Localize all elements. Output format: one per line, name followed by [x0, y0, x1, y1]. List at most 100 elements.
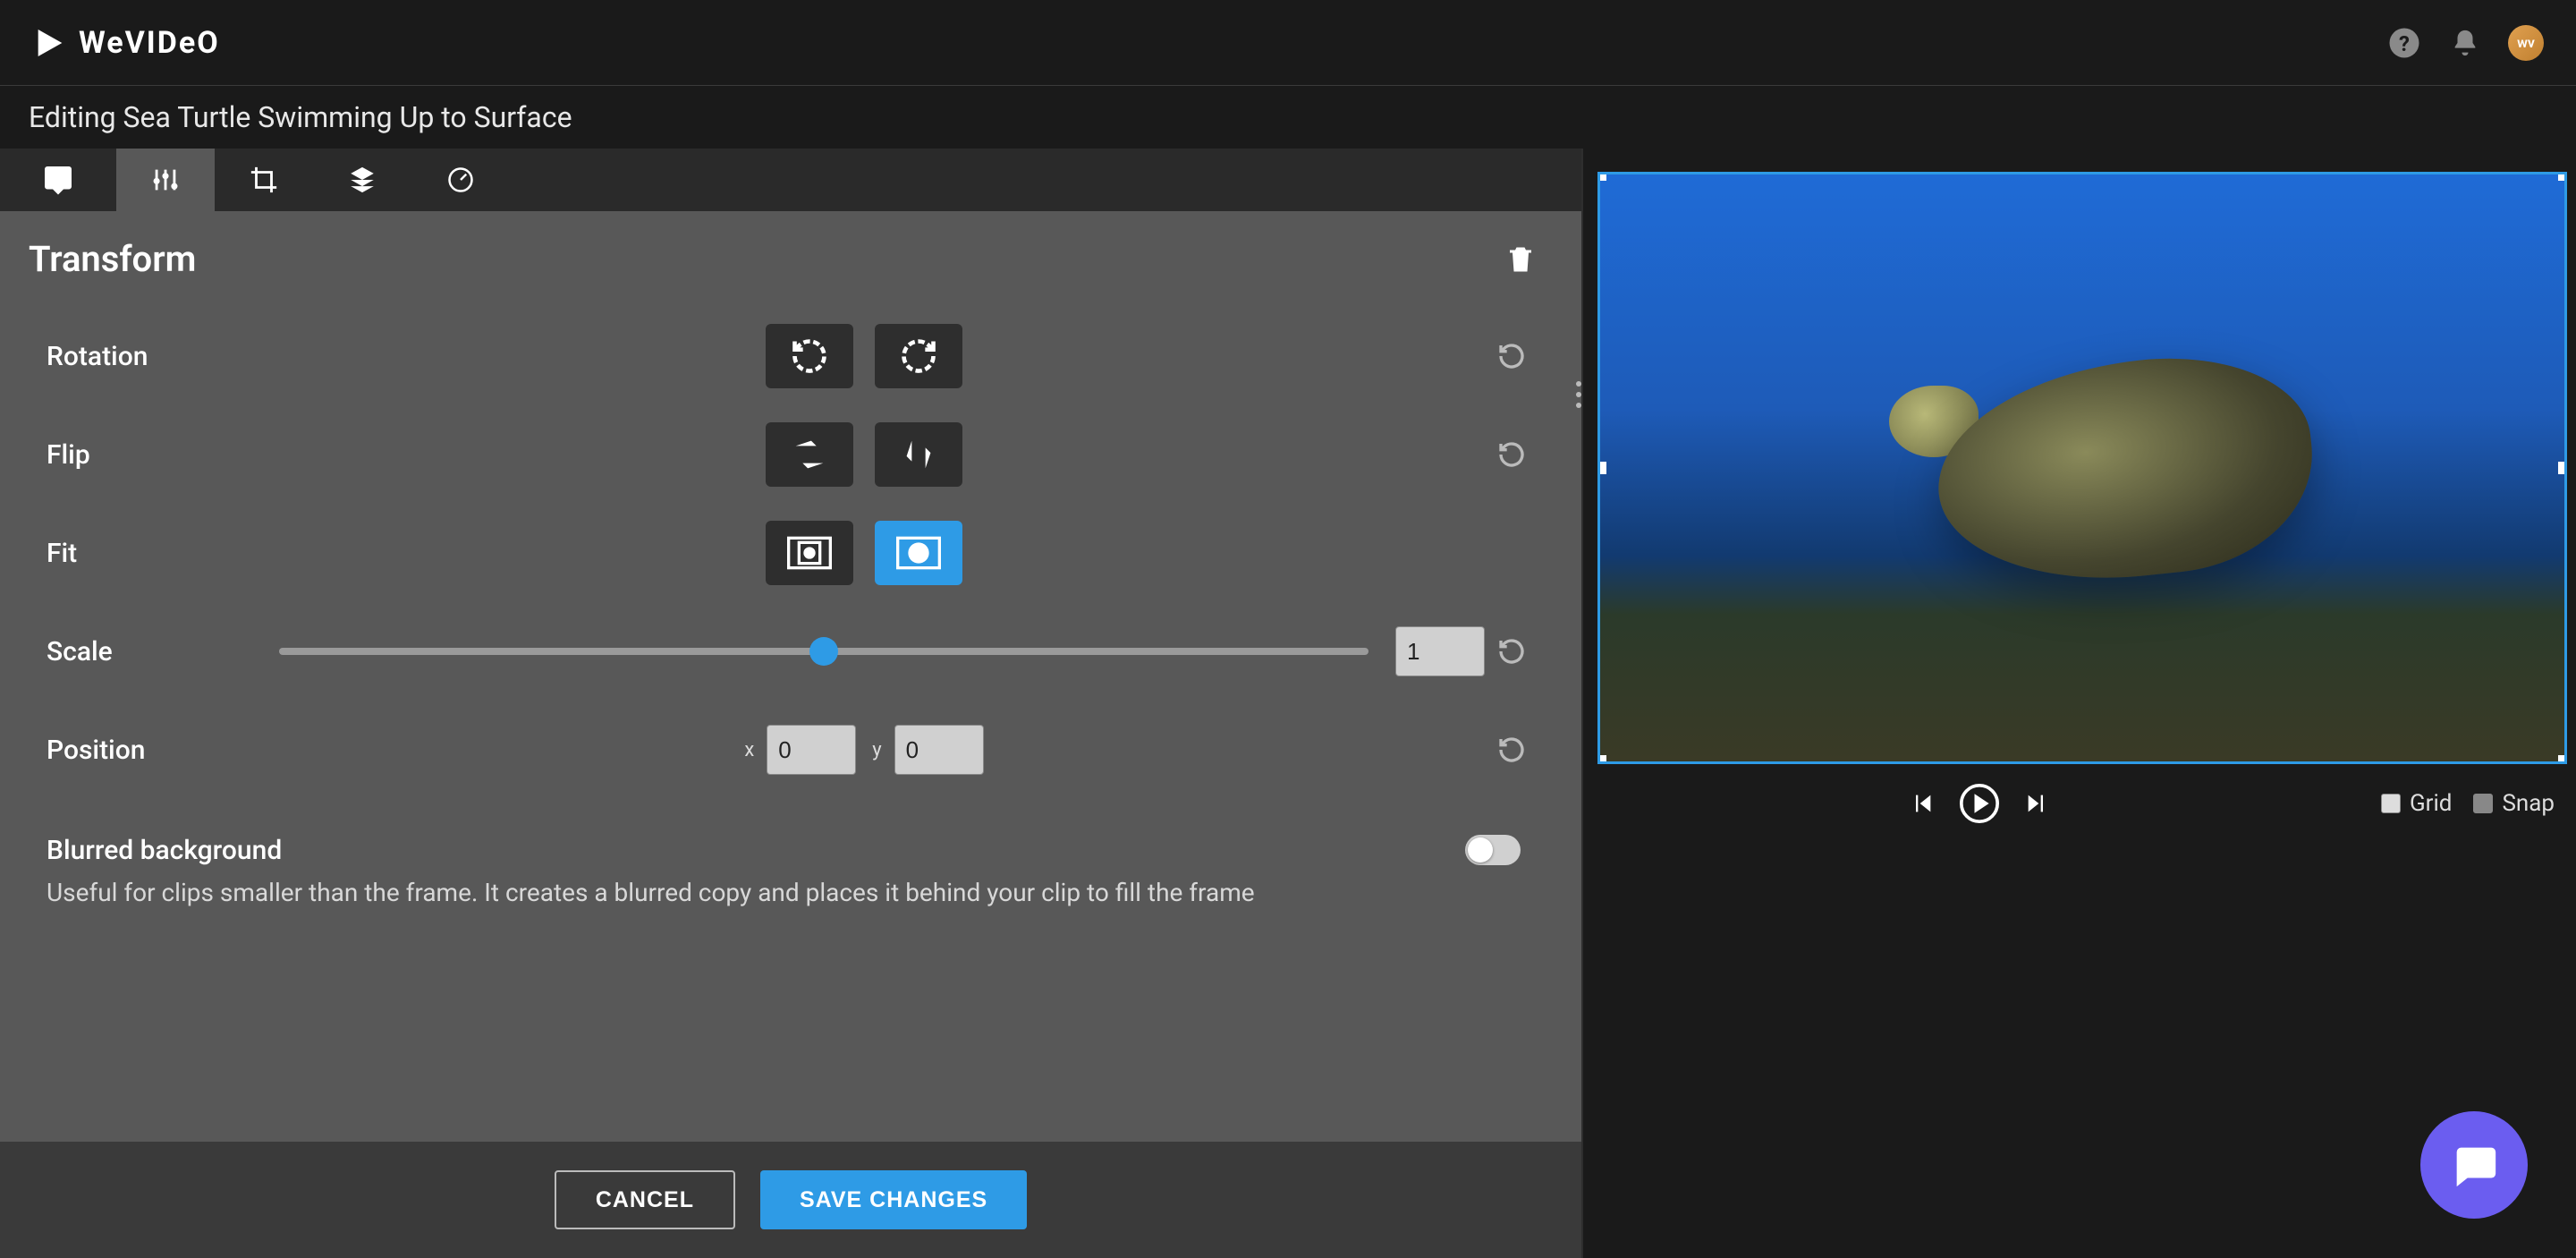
preview-controls: Grid Snap	[1583, 768, 2576, 839]
resize-handle-tr[interactable]	[2558, 172, 2567, 181]
resize-handle-bl[interactable]	[1597, 755, 1606, 764]
flip-horizontal-icon	[789, 434, 830, 475]
position-reset[interactable]	[1485, 735, 1538, 764]
rotate-ccw-icon	[790, 336, 829, 376]
snap-checkbox[interactable]: Snap	[2473, 790, 2555, 817]
fit-label: Fit	[29, 538, 243, 569]
panel-footer: CANCEL SAVE CHANGES	[0, 1142, 1581, 1258]
delete-button[interactable]	[1503, 242, 1538, 277]
left-panel: Transform Rotation	[0, 149, 1583, 1258]
bell-icon	[2450, 28, 2480, 58]
help-icon: ?	[2388, 27, 2420, 59]
scale-row: Scale	[29, 611, 1538, 692]
scale-slider[interactable]	[279, 648, 1368, 655]
play-icon	[1960, 784, 1999, 823]
rotation-label: Rotation	[29, 341, 243, 372]
crop-icon	[249, 165, 279, 195]
prev-frame-button[interactable]	[1910, 791, 1935, 816]
layers-icon	[347, 165, 377, 195]
grid-checkbox[interactable]: Grid	[2381, 790, 2453, 817]
turtle-body-shape	[1928, 344, 2324, 597]
rotation-row: Rotation	[29, 316, 1538, 396]
play-logo-icon	[32, 25, 68, 61]
comment-icon	[42, 164, 74, 196]
sliders-icon	[150, 165, 181, 195]
flip-horizontal-button[interactable]	[766, 422, 853, 487]
playback-cluster	[1596, 784, 2363, 823]
right-panel: Grid Snap	[1583, 149, 2576, 1258]
flip-label: Flip	[29, 439, 243, 471]
blurred-bg-title: Blurred background	[47, 835, 1465, 866]
preview-canvas[interactable]	[1597, 172, 2567, 764]
logo[interactable]: WeVIDeO	[32, 25, 220, 61]
position-x-label: x	[744, 739, 754, 761]
fit-row: Fit	[29, 513, 1538, 593]
panel-body: Transform Rotation	[0, 211, 1581, 1142]
flip-row: Flip	[29, 414, 1538, 495]
reset-icon	[1497, 342, 1526, 370]
skip-back-icon	[1910, 791, 1935, 816]
grid-label: Grid	[2410, 790, 2453, 817]
play-button[interactable]	[1960, 784, 1999, 823]
snap-label: Snap	[2502, 790, 2555, 817]
flip-vertical-icon	[898, 434, 939, 475]
preview-image	[1600, 174, 2564, 761]
chat-launcher[interactable]	[2420, 1111, 2528, 1219]
reset-icon	[1497, 637, 1526, 666]
checkbox-icon	[2381, 794, 2401, 813]
scale-input[interactable]	[1395, 626, 1485, 676]
resize-handle-br[interactable]	[2558, 755, 2567, 764]
position-y-label: y	[872, 739, 881, 761]
panel-header: Transform	[29, 238, 1538, 280]
logo-text: WeVIDeO	[79, 25, 220, 61]
next-frame-button[interactable]	[2024, 791, 2049, 816]
resize-handle-mr[interactable]	[2558, 462, 2567, 474]
rotate-cw-icon	[899, 336, 938, 376]
scale-label: Scale	[29, 636, 243, 667]
tab-row	[0, 149, 1581, 211]
reset-icon	[1497, 440, 1526, 469]
tab-adjust[interactable]	[116, 149, 215, 211]
checkbox-icon	[2473, 794, 2493, 813]
rotation-reset[interactable]	[1485, 342, 1538, 370]
editing-title: Editing Sea Turtle Swimming Up to Surfac…	[29, 100, 572, 134]
cancel-button[interactable]: CANCEL	[555, 1170, 735, 1229]
topbar: WeVIDeO ? wv	[0, 0, 2576, 86]
tab-crop[interactable]	[215, 149, 313, 211]
panel-title: Transform	[29, 238, 196, 280]
tab-comments[interactable]	[0, 149, 116, 211]
tab-layers[interactable]	[313, 149, 411, 211]
main: Transform Rotation	[0, 149, 2576, 1258]
tab-color[interactable]	[411, 149, 510, 211]
position-row: Position x y	[29, 710, 1538, 790]
chat-icon	[2448, 1139, 2500, 1191]
preview-options: Grid Snap	[2381, 790, 2555, 817]
gauge-icon	[447, 166, 474, 193]
position-label: Position	[29, 735, 243, 766]
fit-fill-button[interactable]	[875, 521, 962, 585]
fit-contain-button[interactable]	[766, 521, 853, 585]
panel-drag-handle[interactable]	[1576, 381, 1589, 408]
topbar-right: ? wv	[2386, 25, 2544, 61]
flip-reset[interactable]	[1485, 440, 1538, 469]
reset-icon	[1497, 735, 1526, 764]
blurred-bg-toggle[interactable]	[1465, 835, 1521, 865]
trash-icon	[1504, 243, 1537, 276]
fit-contain-icon	[787, 534, 832, 572]
blurred-bg-description: Useful for clips smaller than the frame.…	[47, 875, 1465, 910]
help-button[interactable]: ?	[2386, 25, 2422, 61]
resize-handle-ml[interactable]	[1597, 462, 1606, 474]
title-row: Editing Sea Turtle Swimming Up to Surfac…	[0, 86, 2576, 149]
position-x-input[interactable]	[767, 725, 856, 775]
rotate-cw-button[interactable]	[875, 324, 962, 388]
save-button[interactable]: SAVE CHANGES	[760, 1170, 1027, 1229]
rotate-ccw-button[interactable]	[766, 324, 853, 388]
resize-handle-tl[interactable]	[1597, 172, 1606, 181]
blurred-bg-row: Blurred background Useful for clips smal…	[29, 835, 1538, 910]
fit-fill-icon	[896, 534, 941, 572]
flip-vertical-button[interactable]	[875, 422, 962, 487]
notifications-button[interactable]	[2447, 25, 2483, 61]
position-y-input[interactable]	[894, 725, 984, 775]
scale-reset[interactable]	[1485, 637, 1538, 666]
avatar[interactable]: wv	[2508, 25, 2544, 61]
